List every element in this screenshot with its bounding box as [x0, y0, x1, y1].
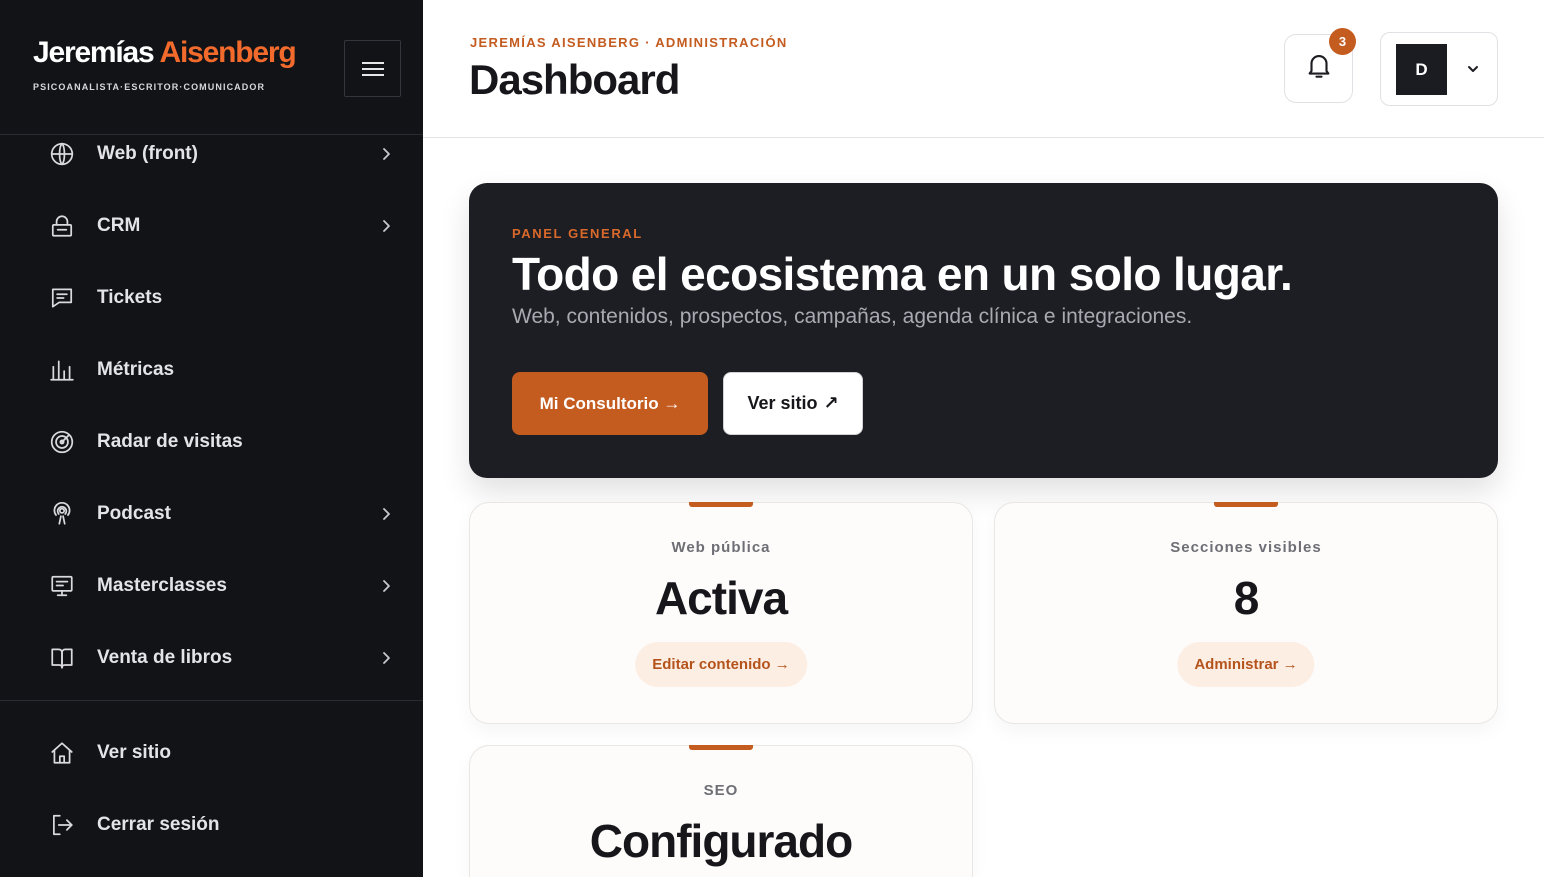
sidebar-item-label: Ver sitio [97, 742, 171, 763]
hero-panel: PANEL GENERAL Todo el ecosistema en un s… [469, 183, 1498, 478]
sidebar-item-label: Web (front) [97, 143, 198, 164]
sidebar-item-venta-libros[interactable]: Venta de libros [0, 630, 423, 686]
card-secciones-visibles: Secciones visibles 8 Administrar → [994, 502, 1498, 724]
sidebar-item-radar[interactable]: Radar de visitas [0, 414, 423, 470]
chevron-right-icon [378, 218, 394, 234]
sidebar-item-label: Cerrar sesión [97, 814, 220, 835]
hero-title: Todo el ecosistema en un solo lugar. [512, 248, 1293, 300]
sidebar-item-label: Métricas [97, 359, 175, 380]
hamburger-icon [361, 58, 384, 80]
menu-toggle-button[interactable] [344, 40, 401, 97]
notification-count-badge: 3 [1329, 28, 1356, 55]
chevron-right-icon [378, 578, 394, 594]
brand-logo[interactable]: Jeremías Aisenberg PSICOANALISTA·ESCRITO… [33, 36, 297, 93]
ver-sitio-label: Ver sitio [747, 393, 818, 413]
user-menu-button[interactable]: D [1380, 32, 1498, 106]
message-icon [48, 284, 76, 312]
editar-contenido-button[interactable]: Editar contenido → [635, 642, 807, 687]
chevron-right-icon [378, 650, 394, 666]
brand-tagline: PSICOANALISTA·ESCRITOR·COMUNICADOR [33, 82, 266, 92]
card-seo: SEO Configurado [469, 745, 973, 877]
card-label: Web pública [671, 539, 771, 556]
chevron-right-icon [378, 146, 394, 162]
sidebar-item-metricas[interactable]: Métricas [0, 342, 423, 398]
sidebar-item-podcast[interactable]: Podcast [0, 486, 423, 542]
bell-icon [1304, 51, 1334, 86]
brand-first-name: Jeremías [33, 36, 155, 69]
logout-icon [48, 811, 76, 839]
sidebar-item-label: CRM [97, 215, 141, 236]
card-value: Activa [654, 572, 788, 624]
card-accent-tab [689, 745, 753, 750]
sidebar-item-ver-sitio[interactable]: Ver sitio [0, 725, 423, 781]
top-header: JEREMÍAS AISENBERG · ADMINISTRACIÓN Dash… [423, 0, 1544, 138]
ver-sitio-button[interactable]: Ver sitio ↗ [723, 372, 863, 435]
mi-consultorio-button[interactable]: Mi Consultorio → [512, 372, 708, 435]
sidebar-item-label: Tickets [97, 287, 163, 308]
hero-eyebrow: PANEL GENERAL [512, 226, 643, 241]
sidebar-item-cerrar-sesion[interactable]: Cerrar sesión [0, 797, 423, 853]
chevron-down-icon [1465, 61, 1481, 77]
presentation-icon [48, 572, 76, 600]
sidebar-item-label: Masterclasses [97, 575, 227, 596]
card-label: Secciones visibles [1170, 539, 1322, 556]
bar-chart-icon [48, 356, 76, 384]
external-link-icon: ↗ [823, 393, 839, 413]
sidebar-item-label: Podcast [97, 503, 171, 524]
card-accent-tab [1214, 502, 1278, 507]
sidebar: Jeremías Aisenberg PSICOANALISTA·ESCRITO… [0, 0, 423, 877]
card-value: 8 [1233, 572, 1260, 624]
card-accent-tab [689, 502, 753, 507]
brand-name: Jeremías Aisenberg [33, 36, 297, 69]
sidebar-item-tickets[interactable]: Tickets [0, 270, 423, 326]
card-value: Configurado [589, 815, 853, 867]
avatar: D [1396, 44, 1447, 95]
podcast-icon [48, 500, 76, 528]
sidebar-divider [0, 700, 423, 701]
sidebar-item-web-front[interactable]: Web (front) [0, 126, 423, 182]
globe-icon [48, 140, 76, 168]
breadcrumb: JEREMÍAS AISENBERG · ADMINISTRACIÓN [470, 35, 788, 50]
lock-icon [48, 212, 76, 240]
administrar-button[interactable]: Administrar → [1177, 642, 1315, 687]
sidebar-item-masterclasses[interactable]: Masterclasses [0, 558, 423, 614]
radar-icon [48, 428, 76, 456]
sidebar-item-label: Radar de visitas [97, 431, 243, 452]
hero-subtitle: Web, contenidos, prospectos, campañas, a… [512, 305, 1193, 328]
sidebar-item-label: Venta de libros [97, 647, 233, 668]
brand-last-name: Aisenberg [159, 36, 297, 69]
card-web-publica: Web pública Activa Editar contenido → [469, 502, 973, 724]
book-icon [48, 644, 76, 672]
page-title: Dashboard [469, 56, 680, 103]
card-label: SEO [703, 782, 739, 799]
home-icon [48, 739, 76, 767]
sidebar-item-crm[interactable]: CRM [0, 198, 423, 254]
chevron-right-icon [378, 506, 394, 522]
